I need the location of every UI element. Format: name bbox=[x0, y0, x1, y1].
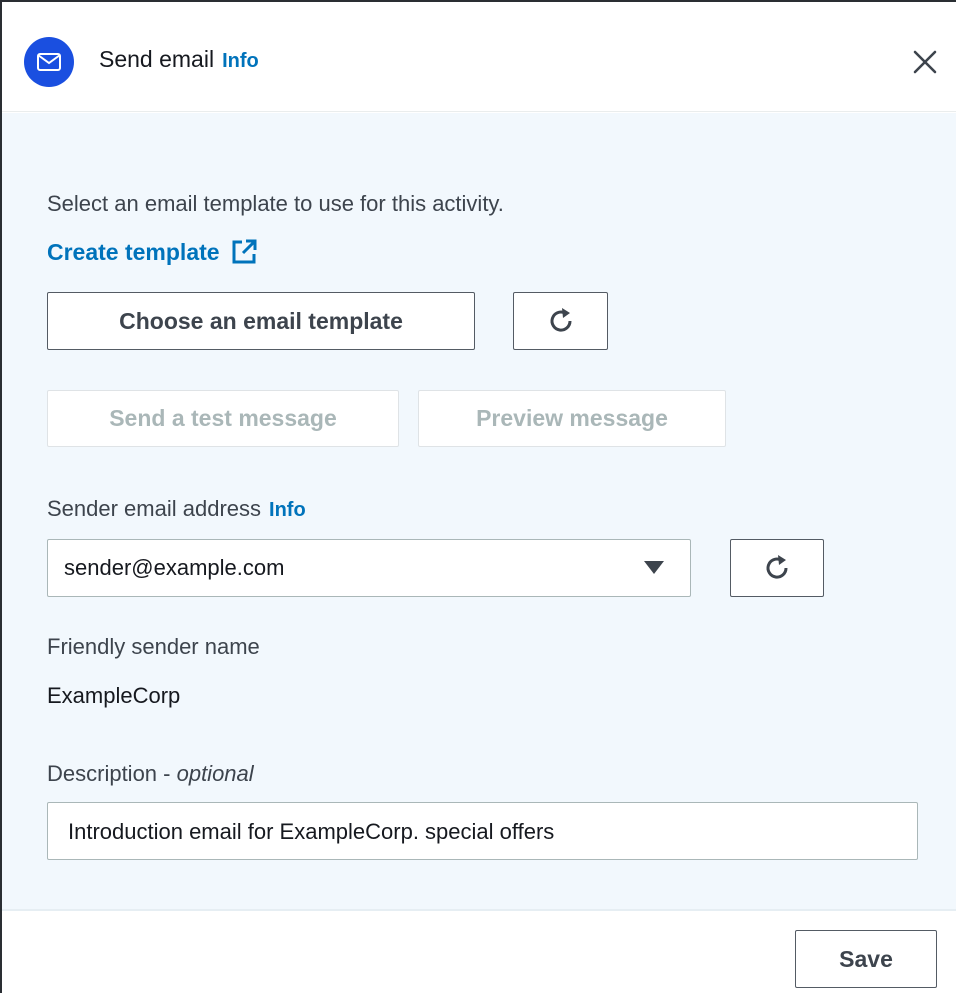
refresh-templates-button[interactable] bbox=[513, 292, 608, 350]
panel-title-text: Send email bbox=[99, 46, 215, 72]
send-email-panel: Send email Info Select an email template … bbox=[0, 0, 956, 995]
sender-info-link[interactable]: Info bbox=[269, 499, 306, 521]
mail-icon bbox=[24, 37, 74, 87]
sender-email-label-text: Sender email address bbox=[47, 496, 262, 521]
create-template-label: Create template bbox=[47, 238, 220, 265]
refresh-sender-button[interactable] bbox=[730, 539, 824, 597]
external-link-icon bbox=[232, 239, 257, 264]
panel-footer: Save bbox=[2, 911, 956, 995]
refresh-icon bbox=[550, 308, 572, 332]
description-input[interactable]: Introduction email for ExampleCorp. spec… bbox=[47, 802, 918, 860]
description-input-value: Introduction email for ExampleCorp. spec… bbox=[68, 819, 555, 844]
sender-email-label: Sender email address Info bbox=[47, 496, 306, 522]
preview-message-button[interactable]: Preview message bbox=[418, 390, 726, 447]
refresh-icon bbox=[766, 555, 788, 579]
title-info-link[interactable]: Info bbox=[222, 50, 259, 72]
panel-title: Send email Info bbox=[99, 46, 259, 73]
send-test-message-button[interactable]: Send a test message bbox=[47, 390, 399, 447]
close-icon bbox=[913, 50, 937, 74]
friendly-sender-value: ExampleCorp bbox=[47, 683, 181, 708]
panel-header: Send email Info bbox=[2, 2, 956, 112]
sender-email-select[interactable]: sender@example.com bbox=[47, 539, 691, 597]
save-button[interactable]: Save bbox=[795, 930, 937, 988]
sender-email-value: sender@example.com bbox=[64, 555, 285, 580]
description-label-text: Description - bbox=[47, 761, 177, 786]
description-label: Description - optional bbox=[47, 761, 254, 787]
create-template-link[interactable]: Create template bbox=[47, 238, 258, 266]
optional-label: optional bbox=[176, 761, 254, 786]
friendly-sender-label: Friendly sender name bbox=[47, 634, 260, 659]
close-button[interactable] bbox=[907, 44, 943, 80]
caret-down-icon bbox=[644, 561, 664, 574]
template-description: Select an email template to use for this… bbox=[47, 191, 504, 216]
choose-template-button[interactable]: Choose an email template bbox=[47, 292, 475, 350]
